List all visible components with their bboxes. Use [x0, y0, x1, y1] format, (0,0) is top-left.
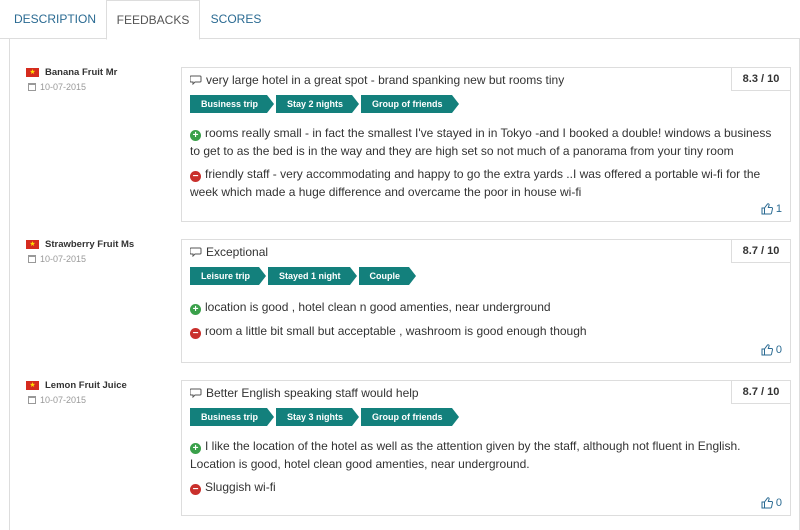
like-button[interactable]: 1 [761, 203, 782, 215]
review-tags: Business trip Stay 3 nights Group of fri… [190, 408, 461, 426]
comment-icon [190, 247, 203, 257]
like-count: 1 [775, 203, 782, 215]
tag-trip-type: Business trip [190, 95, 277, 113]
review-title: very large hotel in a great spot - brand… [206, 73, 565, 87]
calendar-icon [28, 83, 36, 91]
reviewer-name: Strawberry Fruit Ms [45, 239, 135, 250]
minus-circle-icon: − [190, 328, 201, 339]
review-date: 10-07-2015 [40, 254, 87, 264]
tab-description[interactable]: DESCRIPTION [9, 0, 101, 39]
thumbs-up-icon [761, 203, 773, 215]
plus-circle-icon: + [190, 304, 201, 315]
review-card: very large hotel in a great spot - brand… [181, 67, 791, 222]
tag-group-type: Group of friends [361, 408, 460, 426]
review-title: Exceptional [206, 245, 269, 259]
tab-bar: DESCRIPTION FEEDBACKS SCORES [0, 0, 800, 40]
review-score: 8.7 / 10 [731, 381, 790, 404]
positive-comment: + I like the location of the hotel as wel… [190, 439, 741, 471]
review-score: 8.3 / 10 [731, 68, 790, 91]
like-button[interactable]: 0 [761, 344, 782, 356]
vietnam-flag-icon: ★ [26, 240, 39, 249]
review-card: Better English speaking staff would help… [181, 380, 791, 516]
reviewer-info: ★ Banana Fruit Mr 10-07-2015 [26, 67, 181, 92]
vietnam-flag-icon: ★ [26, 381, 39, 390]
like-button[interactable]: 0 [761, 497, 782, 509]
review-tags: Leisure trip Stayed 1 night Couple [190, 267, 418, 285]
feedback-list: ★ Banana Fruit Mr 10-07-2015 very large … [9, 39, 800, 530]
thumbs-up-icon [761, 497, 773, 509]
tag-trip-type: Leisure trip [190, 267, 269, 285]
review-score: 8.7 / 10 [731, 240, 790, 263]
tag-trip-type: Business trip [190, 408, 277, 426]
minus-circle-icon: − [190, 484, 201, 495]
review-title: Better English speaking staff would help [206, 386, 419, 400]
comment-icon [190, 75, 203, 85]
calendar-icon [28, 255, 36, 263]
comment-icon [190, 388, 203, 398]
review-tags: Business trip Stay 2 nights Group of fri… [190, 95, 461, 113]
negative-comment: − friendly staff - very accommodating and… [190, 167, 761, 199]
reviewer-name: Lemon Fruit Juice [45, 380, 127, 391]
plus-circle-icon: + [190, 443, 201, 454]
vietnam-flag-icon: ★ [26, 68, 39, 77]
review-date: 10-07-2015 [40, 82, 87, 92]
tag-group-type: Couple [358, 267, 418, 285]
negative-comment: − Sluggish wi-fi [190, 478, 780, 496]
tag-stay-length: Stay 3 nights [276, 408, 362, 426]
tag-stay-length: Stay 2 nights [276, 95, 362, 113]
tag-group-type: Group of friends [361, 95, 460, 113]
tag-stay-length: Stayed 1 night [268, 267, 358, 285]
plus-circle-icon: + [190, 130, 201, 141]
positive-comment: + rooms really small - in fact the smalle… [190, 126, 772, 158]
reviewer-name: Banana Fruit Mr [45, 67, 118, 78]
calendar-icon [28, 396, 36, 404]
reviewer-info: ★ Strawberry Fruit Ms 10-07-2015 [26, 239, 181, 264]
review-date: 10-07-2015 [40, 395, 87, 405]
tab-feedbacks[interactable]: FEEDBACKS [106, 0, 200, 40]
review-card: Exceptional 8.7 / 10 Leisure trip Stayed… [181, 239, 791, 363]
like-count: 0 [775, 497, 782, 509]
minus-circle-icon: − [190, 171, 201, 182]
negative-comment: − room a little bit small but acceptable … [190, 322, 780, 340]
positive-comment: + location is good , hotel clean n good a… [190, 298, 780, 316]
tab-scores[interactable]: SCORES [204, 0, 268, 39]
reviewer-info: ★ Lemon Fruit Juice 10-07-2015 [26, 380, 181, 405]
like-count: 0 [775, 344, 782, 356]
thumbs-up-icon [761, 344, 773, 356]
